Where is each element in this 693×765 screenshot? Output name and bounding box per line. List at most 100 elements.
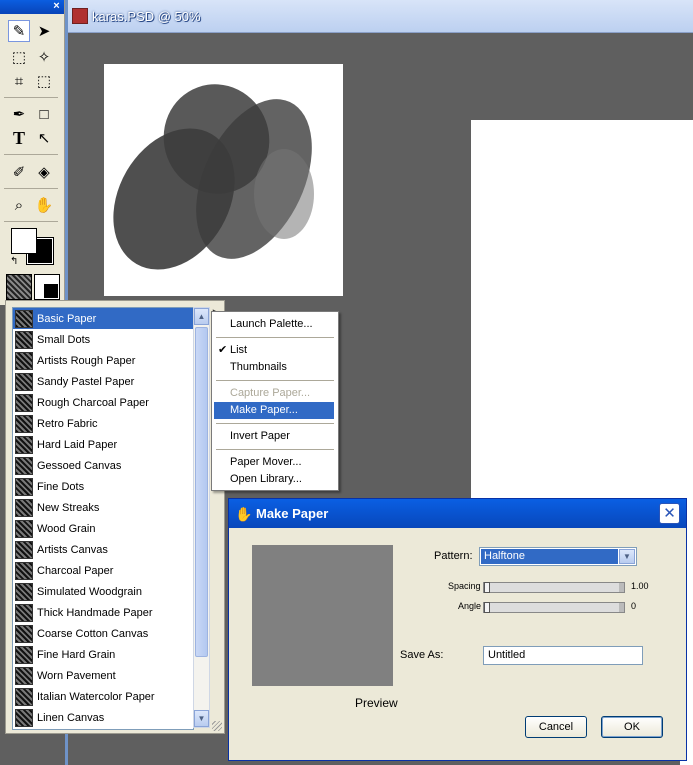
paper-list-item[interactable]: Retro Fabric <box>13 413 193 434</box>
paper-thumbnail-icon <box>15 603 33 622</box>
paper-list-item[interactable]: Linen Canvas <box>13 707 193 728</box>
scrollbar-thumb[interactable] <box>195 327 208 657</box>
paper-list-item-label: Fine Hard Grain <box>37 648 116 661</box>
paper-selector-icon[interactable] <box>6 274 32 300</box>
paper-list-item-label: Charcoal Paper <box>37 564 114 577</box>
paper-thumbnail-icon <box>15 456 33 475</box>
selection-adjuster-tool-icon[interactable]: ↖ <box>33 127 55 149</box>
shape-tool-icon[interactable]: □ <box>33 103 55 125</box>
scroll-up-icon[interactable]: ▲ <box>194 308 209 325</box>
paper-list-item[interactable]: Worn Pavement <box>13 665 193 686</box>
menu-item-thumbnails[interactable]: Thumbnails <box>214 359 334 376</box>
paper-list-item[interactable]: Coarse Cotton Canvas <box>13 623 193 644</box>
paper-list[interactable]: Basic Paper Small Dots Artists Rough Paper… <box>12 307 194 730</box>
paper-list-item-label: Sandy Pastel Paper <box>37 375 135 388</box>
paper-list-scrollbar[interactable]: ▲ ▼ <box>193 307 210 728</box>
menu-item-invert-paper[interactable]: Invert Paper <box>214 428 334 445</box>
document-icon <box>72 8 88 24</box>
paper-list-item-label: New Streaks <box>37 501 100 514</box>
slider-end <box>619 583 624 592</box>
ok-button[interactable]: OK <box>601 716 663 738</box>
toolbox-close-icon[interactable]: × <box>51 1 62 12</box>
paper-list-item[interactable]: Rough Charcoal Paper <box>13 392 193 413</box>
document-title: karas.PSD @ 50% <box>92 8 201 24</box>
document-titlebar[interactable]: karas.PSD @ 50% <box>68 0 693 33</box>
chevron-down-icon[interactable]: ▼ <box>619 549 635 564</box>
grabber-tool-icon[interactable]: ✋ <box>33 194 55 216</box>
menu-separator <box>216 380 334 381</box>
paper-list-item[interactable]: Wood Grain <box>13 518 193 539</box>
paper-list-item[interactable]: Artists Canvas <box>13 539 193 560</box>
canvas-thumbnail[interactable] <box>88 64 343 296</box>
toolbox: × ✎ ➤ ⬚ ✧ ⌗ ⬚ ✒ □ T ↖ ✐ ◈ ⌕ ✋ ↰ <box>0 0 65 305</box>
paper-list-item[interactable]: Artists Rough Paper <box>13 350 193 371</box>
toolbox-titlebar: × <box>0 0 64 14</box>
paper-list-item-label: Simulated Woodgrain <box>37 585 142 598</box>
crop-tool-icon[interactable]: ⌗ <box>8 70 30 92</box>
dropper-tool-icon[interactable]: ✐ <box>8 161 30 183</box>
paper-thumbnail-icon <box>15 393 33 412</box>
dialog-titlebar[interactable]: ✋ Make Paper <box>229 499 686 528</box>
paper-thumbnail-icon <box>15 561 33 580</box>
paper-list-item-label: Artists Rough Paper <box>37 354 136 367</box>
paper-list-item[interactable]: Thick Handmade Paper <box>13 602 193 623</box>
spacing-slider[interactable] <box>483 582 625 593</box>
close-icon[interactable]: ✕ <box>659 503 680 524</box>
layer-adjuster-tool-icon[interactable]: ➤ <box>33 20 55 42</box>
cancel-button[interactable]: Cancel <box>525 716 587 738</box>
paper-list-item-label: Fine Dots <box>37 480 85 493</box>
canvas-area[interactable] <box>471 120 693 500</box>
paper-thumbnail-icon <box>15 708 33 727</box>
rect-selection-tool-icon[interactable]: ⬚ <box>8 46 30 68</box>
resize-grip-icon[interactable] <box>212 721 222 731</box>
transform-tool-icon[interactable]: ⬚ <box>33 70 55 92</box>
paper-list-item[interactable]: Italian Watercolor Paper <box>13 686 193 707</box>
paper-list-item[interactable]: Fine Dots <box>13 476 193 497</box>
paper-list-item[interactable]: Small Dots <box>13 329 193 350</box>
paper-list-item-label: Worn Pavement <box>37 669 116 682</box>
paper-thumbnail-icon <box>15 330 33 349</box>
toolbox-divider <box>4 188 58 189</box>
magnifier-tool-icon[interactable]: ⌕ <box>8 194 30 216</box>
brush-tool-icon[interactable]: ✎ <box>8 20 30 42</box>
paint-bucket-tool-icon[interactable]: ◈ <box>33 161 55 183</box>
magic-wand-tool-icon[interactable]: ✧ <box>33 46 55 68</box>
paper-list-item[interactable]: New Streaks <box>13 497 193 518</box>
paper-list-item[interactable]: Simulated Woodgrain <box>13 581 193 602</box>
text-tool-icon[interactable]: T <box>8 127 30 149</box>
paper-list-item[interactable]: Sandy Pastel Paper <box>13 371 193 392</box>
menu-item-list-label: List <box>230 344 248 356</box>
paper-list-item[interactable]: Basic Paper <box>13 308 193 329</box>
swap-colors-icon[interactable]: ↰ <box>10 256 18 267</box>
paper-list-item-label: Gessoed Canvas <box>37 459 122 472</box>
brush-stroke <box>254 149 314 239</box>
paper-list-item-label: Rough Charcoal Paper <box>37 396 149 409</box>
angle-slider-knob[interactable] <box>484 602 490 613</box>
menu-item-launch-palette[interactable]: Launch Palette... <box>214 316 334 333</box>
paper-list-item[interactable]: Gessoed Canvas <box>13 455 193 476</box>
pattern-dropdown[interactable]: Halftone ▼ <box>479 547 637 566</box>
angle-slider[interactable] <box>483 602 625 613</box>
paper-thumbnail-icon <box>15 519 33 538</box>
menu-item-open-library[interactable]: Open Library... <box>214 471 334 488</box>
paper-list-item[interactable]: Hard Laid Paper <box>13 434 193 455</box>
paper-list-item[interactable]: Charcoal Paper <box>13 560 193 581</box>
paper-list-item-label: Linen Canvas <box>37 711 105 724</box>
menu-item-list[interactable]: ✔ List <box>214 342 334 359</box>
paper-list-item-label: Italian Watercolor Paper <box>37 690 155 703</box>
pen-tool-icon[interactable]: ✒ <box>8 103 30 125</box>
spacing-slider-knob[interactable] <box>484 582 490 593</box>
paper-thumbnail-icon <box>15 666 33 685</box>
foreground-color-swatch[interactable] <box>11 228 37 254</box>
paper-thumbnail-icon <box>15 540 33 559</box>
paper-thumbnail-icon <box>15 435 33 454</box>
save-as-input[interactable]: Untitled <box>483 646 643 665</box>
scroll-down-icon[interactable]: ▼ <box>194 710 209 727</box>
menu-item-make-paper[interactable]: Make Paper... <box>214 402 334 419</box>
menu-item-capture-paper: Capture Paper... <box>230 387 311 399</box>
menu-item-paper-mover[interactable]: Paper Mover... <box>214 454 334 471</box>
paper-list-item[interactable]: Fine Hard Grain <box>13 644 193 665</box>
paper-thumbnail-icon <box>15 372 33 391</box>
spacing-label: Spacing <box>448 581 481 591</box>
main-color-selector-icon[interactable] <box>34 274 60 300</box>
